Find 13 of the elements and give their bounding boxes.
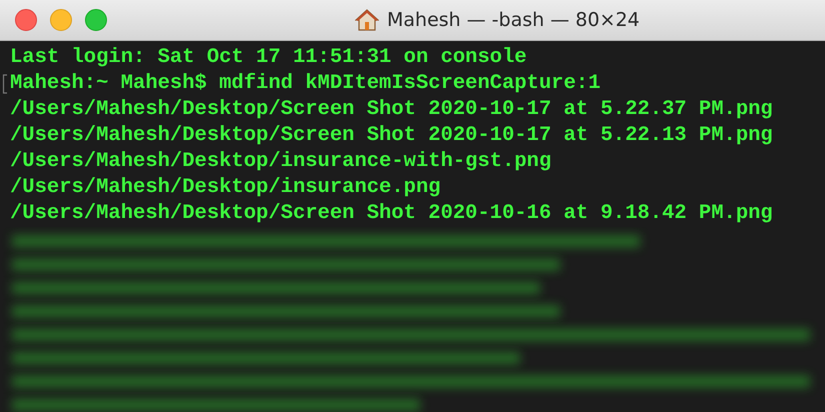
- minimize-button[interactable]: [50, 9, 72, 31]
- window-title: Mahesh — -bash — 80×24: [387, 9, 640, 31]
- command-line: Mahesh:~ Mahesh$ mdfind kMDItemIsScreenCapture:1: [10, 71, 600, 97]
- output-line: /Users/Mahesh/Desktop/Screen Shot 2020-10-17 at 5.22.13 PM.png: [10, 123, 773, 149]
- house-icon: [355, 8, 379, 32]
- output-line: /Users/Mahesh/Desktop/Screen Shot 2020-10-17 at 5.22.37 PM.png: [10, 97, 773, 123]
- bracket-mark-icon: [2, 74, 8, 94]
- output-line: /Users/Mahesh/Desktop/Screen Shot 2020-10-16 at 9.18.42 PM.png: [10, 201, 773, 227]
- close-button[interactable]: [15, 9, 37, 31]
- output-line: Last login: Sat Oct 17 11:51:31 on console: [10, 45, 527, 71]
- output-line: /Users/Mahesh/Desktop/insurance-with-gst.png: [10, 149, 552, 175]
- zoom-button[interactable]: [85, 9, 107, 31]
- output-line: /Users/Mahesh/Desktop/insurance.png: [10, 175, 441, 201]
